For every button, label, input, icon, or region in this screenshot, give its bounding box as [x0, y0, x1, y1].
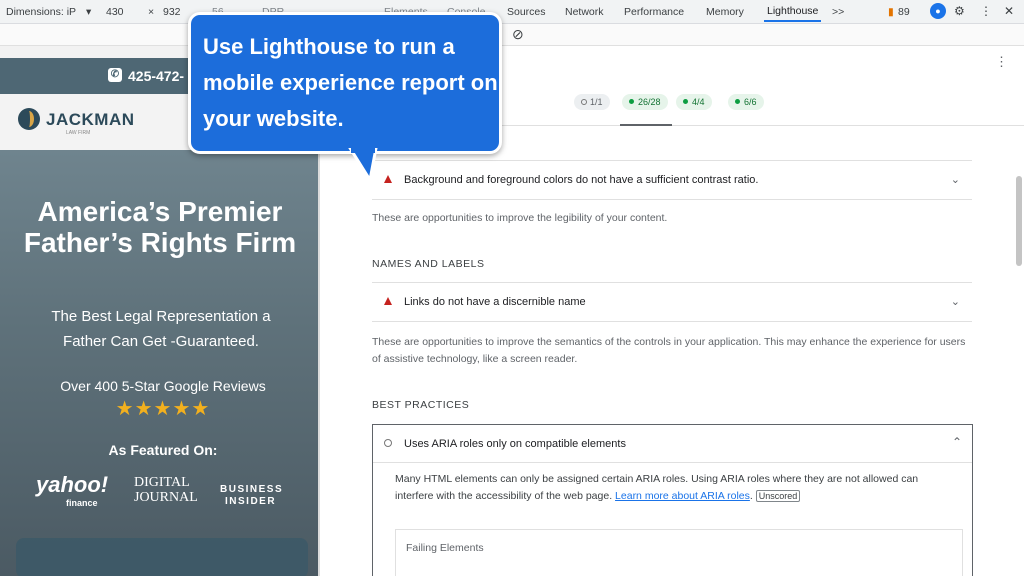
score-badge-manual[interactable]: 1/1 [574, 94, 610, 110]
devtools-toolbar: Dimensions: iP ▾ 430 × 932 56 DPR Elemen… [0, 0, 1024, 24]
account-icon[interactable]: ● [930, 3, 946, 19]
hero-section: America’s Premier Father’s Rights Firm T… [0, 150, 320, 576]
audit-links-title: Links do not have a discernible name [404, 296, 586, 308]
screen: Dimensions: iP ▾ 430 × 932 56 DPR Elemen… [0, 0, 1024, 576]
dot-icon [735, 99, 740, 104]
dot-icon [629, 99, 634, 104]
press-logo-yahoo: yahoo! [36, 472, 109, 497]
press-logo-insider: INSIDER [225, 496, 277, 507]
score-badge-names-text: 6/6 [744, 97, 757, 107]
stars-rating: ★★★★★ [115, 398, 211, 420]
scrollbar-thumb[interactable] [1016, 176, 1022, 266]
reviews-text: Over 400 5-Star Google Reviews [60, 378, 266, 394]
dot-icon [683, 99, 688, 104]
clear-icon[interactable]: ⊘ [512, 26, 524, 43]
active-badge-indicator [620, 124, 672, 126]
width-field[interactable]: 430 [106, 6, 124, 18]
logo-mark-icon [18, 108, 40, 130]
close-icon[interactable]: ✕ [1004, 4, 1014, 18]
callout-box: Use Lighthouse to run a mobile experienc… [188, 12, 502, 154]
section-best-practices: BEST PRACTICES [372, 399, 470, 411]
chevron-up-icon[interactable]: ⌃ [952, 435, 962, 449]
audit-aria-header[interactable]: Uses ARIA roles only on compatible eleme… [373, 425, 972, 463]
logo-name[interactable]: JACKMAN [46, 110, 135, 130]
section-names-labels: NAMES AND LABELS [372, 258, 485, 270]
more-tabs-icon[interactable]: >> [832, 6, 844, 18]
score-badge-passed-text: 26/28 [638, 97, 661, 107]
height-field[interactable]: 932 [163, 6, 181, 18]
featured-heading: As Featured On: [108, 442, 218, 458]
press-logo-journal: JOURNAL [134, 490, 198, 505]
score-badge-aria-text: 4/4 [692, 97, 705, 107]
audit-aria-title: Uses ARIA roles only on compatible eleme… [404, 438, 626, 450]
tab-lighthouse[interactable]: Lighthouse [764, 5, 822, 22]
tab-performance[interactable]: Performance [624, 6, 684, 18]
gear-icon[interactable]: ⚙ [954, 4, 965, 18]
lighthouse-toolbar: ⊘ [0, 24, 1024, 46]
score-badge-aria[interactable]: 4/4 [676, 94, 712, 110]
chevron-down-icon[interactable]: ⌄ [951, 173, 960, 186]
audit-contrast[interactable]: Background and foreground colors do not … [372, 160, 972, 200]
tab-memory[interactable]: Memory [706, 6, 744, 18]
callout-pointer [348, 148, 378, 184]
names-description: These are opportunities to improve the s… [372, 336, 966, 365]
logo-subtitle: LAW FIRM [66, 130, 91, 136]
issues-count[interactable]: 89 [898, 6, 910, 18]
failing-elements-label: Failing Elements [406, 542, 484, 554]
aria-description: Many HTML elements can only be assigned … [395, 473, 919, 502]
contrast-description: These are opportunities to improve the l… [372, 212, 668, 224]
audit-aria-expanded: Uses ARIA roles only on compatible eleme… [372, 424, 973, 576]
circle-icon [581, 99, 587, 105]
unscored-badge: Unscored [755, 490, 801, 502]
audit-links[interactable]: Links do not have a discernible name ⌄ [372, 282, 972, 322]
tab-network[interactable]: Network [565, 6, 604, 18]
score-badge-passed[interactable]: 26/28 [622, 94, 668, 110]
press-logo-yahoo-sub: finance [66, 498, 98, 508]
panel-menu-icon[interactable]: ⋮ [995, 54, 1008, 70]
press-logo-digital: DIGITAL [134, 475, 190, 490]
kebab-menu-icon[interactable]: ⋮ [980, 4, 992, 18]
tab-sources[interactable]: Sources [507, 6, 546, 18]
phone-icon: ✆ [108, 68, 122, 82]
hero-headline: America’s Premier Father’s Rights Firm [23, 196, 297, 258]
press-logo-business: BUSINESS [220, 484, 284, 495]
issues-icon[interactable]: ▮ [888, 6, 894, 18]
score-badge-names[interactable]: 6/6 [728, 94, 764, 110]
times-icon: × [148, 6, 155, 18]
dimensions-label[interactable]: Dimensions: iP [6, 6, 76, 18]
score-badge-manual-text: 1/1 [590, 97, 603, 107]
chevron-down-icon[interactable]: ▾ [86, 6, 91, 18]
circle-icon [384, 439, 392, 447]
fail-triangle-icon [384, 175, 392, 183]
fail-triangle-icon [384, 297, 392, 305]
hero-subhead: The Best Legal Representation a Father C… [51, 308, 271, 350]
chevron-down-icon[interactable]: ⌄ [951, 295, 960, 308]
failing-elements-box: Failing Elements [395, 529, 963, 576]
phone-number[interactable]: 425-472- [128, 68, 184, 84]
learn-more-link[interactable]: Learn more about ARIA roles [615, 490, 750, 502]
cta-button[interactable] [16, 538, 308, 576]
audit-contrast-title: Background and foreground colors do not … [404, 174, 759, 186]
